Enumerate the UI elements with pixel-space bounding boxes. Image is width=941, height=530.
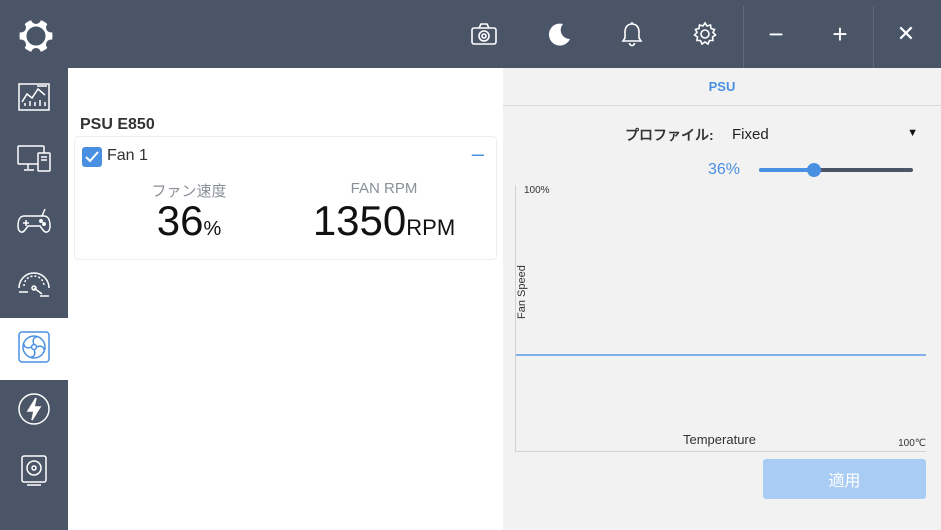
profile-label: プロファイル: — [625, 127, 714, 143]
check-icon — [85, 151, 99, 163]
sidebar-item-fan[interactable] — [0, 318, 68, 380]
sidebar-item-monitor[interactable] — [0, 130, 68, 192]
bell-icon[interactable] — [614, 16, 650, 52]
sidebar-item-dashboard[interactable] — [0, 68, 68, 130]
fan-speed-number: 36 — [156, 197, 204, 244]
minimize-button[interactable]: − — [758, 16, 794, 52]
close-button[interactable]: ✕ — [888, 16, 924, 52]
fan-curve-graph[interactable]: 100% Fan Speed Temperature 100℃ — [515, 185, 926, 452]
profile-dropdown[interactable]: Fixed ▼ — [732, 126, 918, 146]
fan-card: Fan 1 – ファン速度 36% FAN RPM 1350RPM — [74, 136, 497, 260]
gamepad-icon — [16, 206, 52, 241]
fan-rpm-unit: RPM — [406, 215, 456, 240]
maximize-button[interactable]: + — [822, 16, 858, 52]
profile-selected-value: Fixed — [732, 126, 769, 143]
slider-thumb[interactable] — [807, 163, 822, 177]
device-panel: PSU E850 Fan 1 – ファン速度 36% FAN RPM 1350R… — [68, 68, 503, 530]
fan-rpm-label: FAN RPM — [350, 180, 418, 197]
gauge-icon — [16, 268, 52, 303]
sidebar-item-gamepad[interactable] — [0, 192, 68, 254]
storage-icon — [19, 454, 49, 493]
apply-button[interactable]: 適用 — [763, 459, 926, 499]
gear-icon[interactable] — [687, 16, 723, 52]
fan-speed-unit: % — [203, 218, 222, 240]
title-bar: − + ✕ — [0, 0, 941, 68]
fan-icon — [17, 330, 51, 369]
fan-collapse-button[interactable]: – — [472, 141, 484, 167]
titlebar-divider — [873, 6, 874, 68]
fan-rpm-number: 1350 — [312, 197, 407, 244]
sidebar-item-power[interactable] — [0, 380, 68, 442]
power-icon — [17, 392, 51, 431]
camera-icon[interactable] — [466, 16, 502, 52]
fan-speed-slider[interactable] — [759, 163, 913, 177]
graph-y-max-label: 100% — [524, 185, 550, 196]
slider-value: 36% — [708, 161, 741, 178]
sidebar-item-storage[interactable] — [0, 442, 68, 504]
fan-rpm-value: 1350RPM — [289, 197, 479, 245]
fan-name: Fan 1 — [107, 147, 148, 164]
graph-x-axis-label: Temperature — [683, 432, 756, 447]
app-logo-icon — [14, 14, 58, 58]
sidebar — [0, 68, 68, 530]
monitor-icon — [16, 143, 52, 180]
graph-y-axis-label: Fan Speed — [516, 265, 528, 319]
slider-fill — [759, 168, 815, 172]
fan-curve-line — [516, 354, 926, 357]
fan-control-panel: PSU プロファイル: Fixed ▼ 36% 100% Fan Speed T… — [503, 68, 941, 530]
fan-checkbox[interactable] — [82, 147, 102, 167]
dashboard-icon — [17, 82, 51, 117]
fan-speed-value: 36% — [129, 197, 249, 245]
device-title: PSU E850 — [80, 116, 155, 133]
titlebar-divider — [743, 6, 744, 68]
panel-header: PSU — [503, 68, 941, 106]
graph-x-max-label: 100℃ — [898, 438, 926, 449]
dropdown-arrow-icon: ▼ — [907, 127, 918, 139]
moon-icon[interactable] — [541, 16, 577, 52]
sidebar-item-gauge[interactable] — [0, 254, 68, 316]
